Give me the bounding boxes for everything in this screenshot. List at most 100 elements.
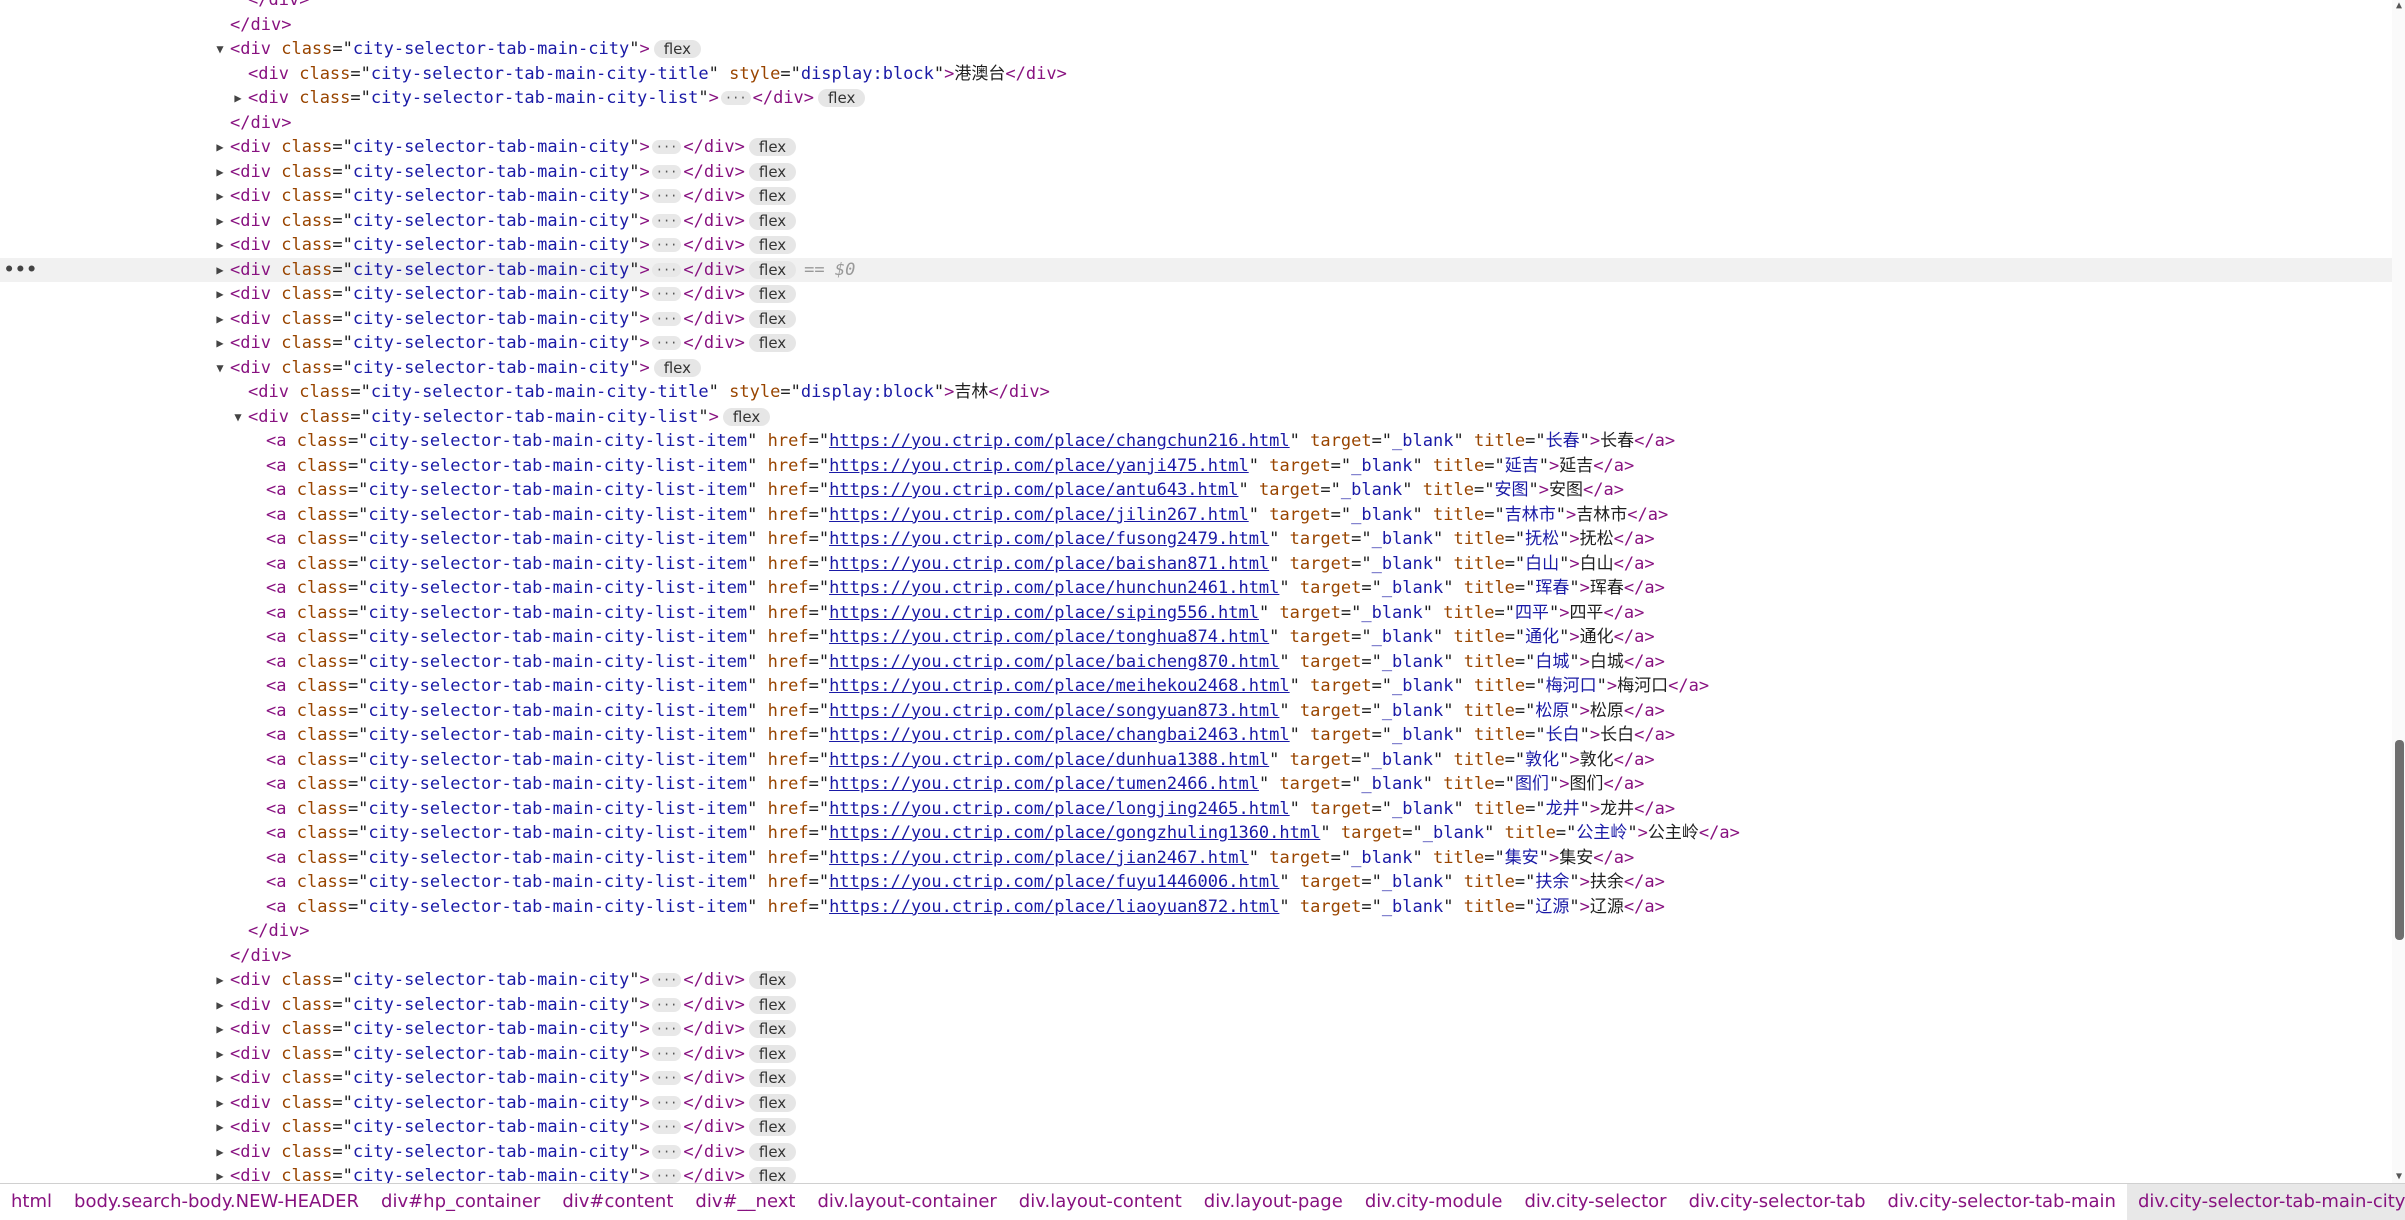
dom-node-row[interactable]: </div>: [0, 111, 2392, 136]
flex-badge[interactable]: flex: [748, 211, 797, 230]
dom-node-row[interactable]: <a class="city-selector-tab-main-city-li…: [0, 846, 2392, 871]
href-link[interactable]: https://you.ctrip.com/place/yanji475.htm…: [829, 456, 1249, 476]
dom-node-row[interactable]: <a class="city-selector-tab-main-city-li…: [0, 429, 2392, 454]
dom-node-row[interactable]: </div>: [0, 13, 2392, 38]
flex-badge[interactable]: flex: [748, 260, 797, 279]
collapsed-ellipsis-icon[interactable]: ···: [651, 262, 682, 277]
collapsed-ellipsis-icon[interactable]: ···: [651, 1120, 682, 1134]
dom-node-row[interactable]: ▶ <div class="city-selector-tab-main-city…: [0, 1164, 2392, 1183]
dom-node-row[interactable]: <a class="city-selector-tab-main-city-li…: [0, 503, 2392, 528]
flex-badge[interactable]: flex: [748, 1118, 797, 1136]
dom-node-row[interactable]: <div class="city-selector-tab-main-city-…: [0, 380, 2392, 405]
dom-node-row[interactable]: <a class="city-selector-tab-main-city-li…: [0, 625, 2392, 650]
collapsed-ellipsis-icon[interactable]: ···: [651, 1071, 682, 1085]
href-link[interactable]: https://you.ctrip.com/place/dunhua1388.h…: [829, 750, 1269, 770]
dom-node-row[interactable]: ▶ <div class="city-selector-tab-main-city…: [0, 1017, 2392, 1042]
triangle-right-icon[interactable]: ▶: [213, 209, 227, 234]
breadcrumb-item[interactable]: div#hp_container: [370, 1184, 551, 1220]
dom-node-row[interactable]: ▶ <div class="city-selector-tab-main-city…: [0, 282, 2392, 307]
collapsed-ellipsis-icon[interactable]: ···: [651, 1046, 682, 1061]
flex-badge[interactable]: flex: [748, 236, 797, 254]
triangle-right-icon[interactable]: ▶: [213, 993, 227, 1018]
dom-node-row[interactable]: ▶ <div class="city-selector-tab-main-city…: [0, 233, 2392, 258]
dom-node-row[interactable]: ▶ <div class="city-selector-tab-main-city…: [0, 209, 2392, 234]
breadcrumb-item[interactable]: div.layout-page: [1193, 1184, 1354, 1220]
triangle-right-icon[interactable]: ▶: [213, 307, 227, 332]
dom-node-row[interactable]: ▶ <div class="city-selector-tab-main-city…: [0, 184, 2392, 209]
collapsed-ellipsis-icon[interactable]: ···: [651, 140, 682, 154]
breadcrumb-item[interactable]: div.city-module: [1354, 1184, 1514, 1220]
breadcrumb-item[interactable]: div.layout-container: [806, 1184, 1007, 1220]
href-link[interactable]: https://you.ctrip.com/place/baishan871.h…: [829, 554, 1269, 574]
dom-node-row[interactable]: <a class="city-selector-tab-main-city-li…: [0, 454, 2392, 479]
triangle-down-icon[interactable]: ▼: [213, 37, 227, 62]
dom-node-row[interactable]: ▼ <div class="city-selector-tab-main-city…: [0, 405, 2392, 430]
triangle-down-icon[interactable]: ▼: [213, 356, 227, 381]
href-link[interactable]: https://you.ctrip.com/place/changbai2463…: [829, 725, 1290, 745]
collapsed-ellipsis-icon[interactable]: ···: [651, 213, 682, 228]
triangle-right-icon[interactable]: ▶: [213, 1140, 227, 1165]
dom-node-row[interactable]: ▼ <div class="city-selector-tab-main-city…: [0, 37, 2392, 62]
href-link[interactable]: https://you.ctrip.com/place/jian2467.htm…: [829, 848, 1249, 868]
flex-badge[interactable]: flex: [748, 1093, 797, 1112]
flex-badge[interactable]: flex: [722, 407, 771, 426]
dom-node-row[interactable]: <a class="city-selector-tab-main-city-li…: [0, 674, 2392, 699]
triangle-right-icon[interactable]: ▶: [213, 1091, 227, 1116]
dom-node-row[interactable]: <a class="city-selector-tab-main-city-li…: [0, 478, 2392, 503]
dom-node-row[interactable]: ▶ <div class="city-selector-tab-main-city…: [0, 135, 2392, 160]
dom-node-row[interactable]: ▶ <div class="city-selector-tab-main-city…: [0, 307, 2392, 332]
dom-node-row[interactable]: ▶ <div class="city-selector-tab-main-city…: [0, 1115, 2392, 1140]
collapsed-ellipsis-icon[interactable]: ···: [651, 287, 682, 301]
href-link[interactable]: https://you.ctrip.com/place/antu643.html: [829, 480, 1238, 500]
href-link[interactable]: https://you.ctrip.com/place/liaoyuan872.…: [829, 897, 1279, 917]
triangle-right-icon[interactable]: ▶: [213, 968, 227, 993]
flex-badge[interactable]: flex: [748, 971, 797, 989]
collapsed-ellipsis-icon[interactable]: ···: [651, 238, 682, 252]
flex-badge[interactable]: flex: [653, 358, 702, 377]
triangle-right-icon[interactable]: ▶: [213, 331, 227, 356]
collapsed-ellipsis-icon[interactable]: ···: [651, 1022, 682, 1036]
collapsed-ellipsis-icon[interactable]: ···: [651, 1169, 682, 1183]
flex-badge[interactable]: flex: [748, 1069, 797, 1087]
breadcrumb-item[interactable]: div.city-selector: [1513, 1184, 1677, 1220]
href-link[interactable]: https://you.ctrip.com/place/baicheng870.…: [829, 652, 1279, 672]
href-link[interactable]: https://you.ctrip.com/place/gongzhuling1…: [829, 823, 1320, 843]
dom-node-row[interactable]: ▶ <div class="city-selector-tab-main-city…: [0, 86, 2392, 111]
ellipsis-icon[interactable]: •••: [4, 258, 38, 283]
dom-node-row[interactable]: </div>: [0, 944, 2392, 969]
triangle-right-icon[interactable]: ▶: [231, 86, 245, 111]
breadcrumb-item[interactable]: div#content: [551, 1184, 684, 1220]
dom-node-row[interactable]: <a class="city-selector-tab-main-city-li…: [0, 821, 2392, 846]
dom-node-row[interactable]: ▶ <div class="city-selector-tab-main-city…: [0, 1140, 2392, 1165]
dom-node-row[interactable]: <a class="city-selector-tab-main-city-li…: [0, 895, 2392, 920]
triangle-right-icon[interactable]: ▶: [213, 1115, 227, 1140]
collapsed-ellipsis-icon[interactable]: ···: [651, 1095, 682, 1110]
dom-node-row[interactable]: ▶ <div class="city-selector-tab-main-city…: [0, 1042, 2392, 1067]
flex-badge[interactable]: flex: [748, 1044, 797, 1063]
href-link[interactable]: https://you.ctrip.com/place/jilin267.htm…: [829, 505, 1249, 525]
dom-node-row[interactable]: <a class="city-selector-tab-main-city-li…: [0, 527, 2392, 552]
flex-badge[interactable]: flex: [748, 1020, 797, 1038]
triangle-right-icon[interactable]: ▶: [213, 258, 227, 283]
flex-badge[interactable]: flex: [748, 162, 797, 181]
triangle-right-icon[interactable]: ▶: [213, 135, 227, 160]
breadcrumb-item[interactable]: div#__next: [684, 1184, 806, 1220]
flex-badge[interactable]: flex: [748, 995, 797, 1014]
collapsed-ellipsis-icon[interactable]: ···: [651, 1144, 682, 1159]
dom-node-row[interactable]: </div>: [0, 0, 2392, 13]
dom-node-row[interactable]: ▼ <div class="city-selector-tab-main-city…: [0, 356, 2392, 381]
href-link[interactable]: https://you.ctrip.com/place/fusong2479.h…: [829, 529, 1269, 549]
triangle-right-icon[interactable]: ▶: [213, 1042, 227, 1067]
dom-node-row[interactable]: </div>: [0, 919, 2392, 944]
href-link[interactable]: https://you.ctrip.com/place/songyuan873.…: [829, 701, 1279, 721]
dom-node-row[interactable]: ▶ <div class="city-selector-tab-main-city…: [0, 331, 2392, 356]
href-link[interactable]: https://you.ctrip.com/place/siping556.ht…: [829, 603, 1259, 623]
dom-node-row[interactable]: <a class="city-selector-tab-main-city-li…: [0, 870, 2392, 895]
dom-node-row[interactable]: ▶ <div class="city-selector-tab-main-city…: [0, 993, 2392, 1018]
dom-node-row[interactable]: <a class="city-selector-tab-main-city-li…: [0, 797, 2392, 822]
triangle-right-icon[interactable]: ▶: [213, 1066, 227, 1091]
flex-badge[interactable]: flex: [748, 1142, 797, 1161]
dom-node-row[interactable]: <div class="city-selector-tab-main-city-…: [0, 62, 2392, 87]
dom-node-row[interactable]: <a class="city-selector-tab-main-city-li…: [0, 650, 2392, 675]
dom-node-row[interactable]: ▶ <div class="city-selector-tab-main-city…: [0, 1066, 2392, 1091]
